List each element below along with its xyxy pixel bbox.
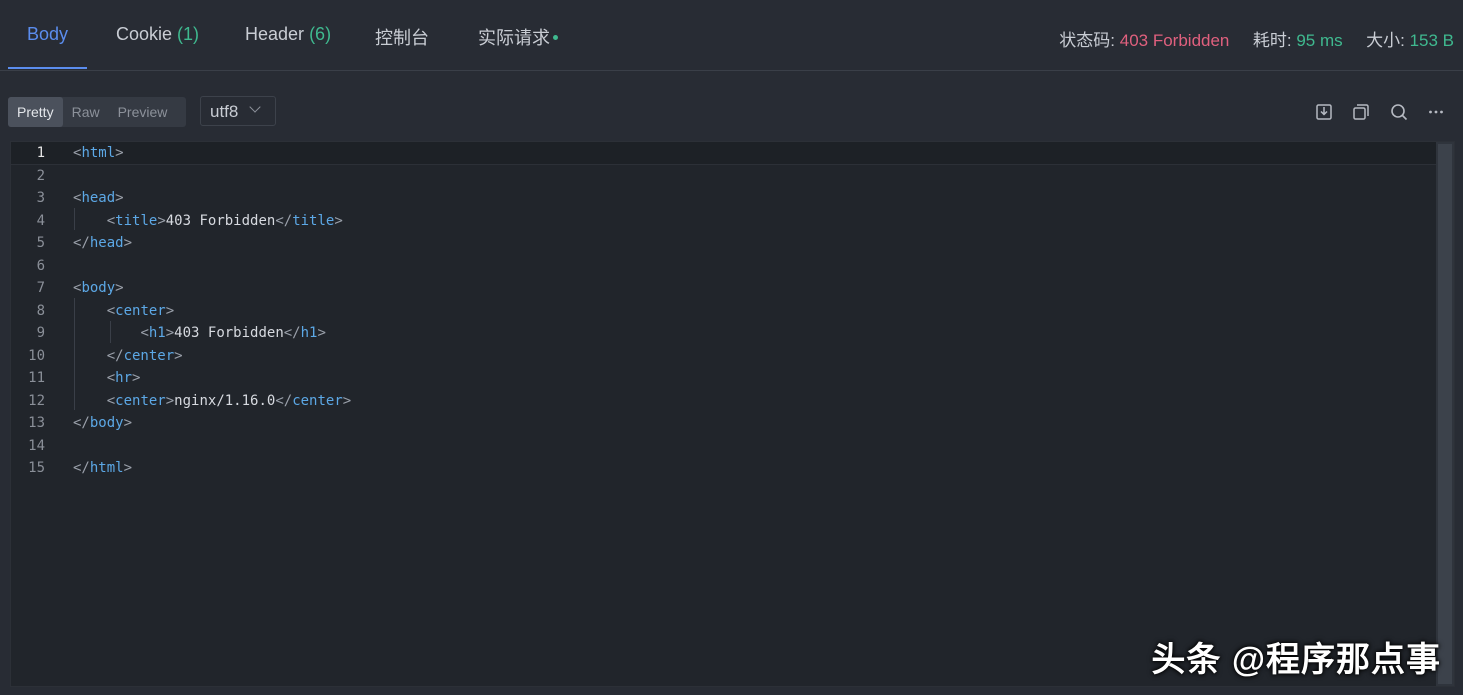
line-number: 6 [36, 257, 45, 274]
view-preview-button[interactable]: Preview [109, 97, 177, 127]
time-value: 95 ms [1296, 31, 1343, 50]
tab-cookie-label: Cookie [116, 24, 173, 44]
line-number: 2 [36, 167, 45, 184]
indicator-dot-icon [553, 35, 558, 41]
tab-header-label: Header [245, 24, 305, 44]
code-text: <body> [73, 280, 124, 296]
code-text: <center> [106, 302, 175, 319]
tab-console[interactable]: 控制台 [375, 24, 429, 50]
code-text: </center> [106, 347, 183, 364]
more-icon[interactable] [1426, 102, 1446, 122]
save-icon[interactable] [1314, 102, 1334, 122]
line-number: 7 [36, 280, 45, 296]
line-number: 3 [36, 190, 45, 206]
watermark-text: 头条 @程序那点事 [1151, 641, 1441, 679]
active-tab-indicator [8, 67, 87, 69]
code-text: <center>nginx/1.16.0</center> [106, 392, 352, 409]
tab-actual-request[interactable]: 实际请求 [478, 24, 558, 50]
tab-console-label: 控制台 [375, 28, 429, 48]
response-status-summary: 状态码: 403 Forbidden 耗时: 95 ms 大小: 153 B [1059, 26, 1454, 51]
code-text: <title>403 Forbidden</title> [106, 212, 343, 229]
status-code-value: 403 Forbidden [1119, 31, 1230, 50]
view-raw-button[interactable]: Raw [63, 97, 109, 127]
response-tab-bar: Body Cookie (1) Header (6) 控制台 实际请求 状态码:… [0, 0, 1463, 71]
scrollbar-thumb[interactable] [1438, 144, 1452, 684]
vertical-scrollbar[interactable] [1436, 142, 1454, 686]
line-number: 8 [36, 302, 45, 319]
encoding-select[interactable]: utf8 [200, 96, 276, 126]
line-number: 10 [28, 347, 45, 364]
code-text: <head> [73, 190, 124, 206]
line-number: 15 [28, 460, 45, 476]
tab-actual-request-label: 实际请求 [478, 28, 550, 48]
code-text: <html> [73, 145, 124, 161]
copy-icon[interactable] [1351, 102, 1371, 122]
view-mode-switch: Pretty Raw Preview [8, 97, 186, 127]
tab-body[interactable]: Body [27, 24, 68, 50]
chevron-down-icon [249, 101, 261, 113]
time-label: 耗时: [1252, 31, 1292, 50]
line-number: 11 [28, 370, 45, 386]
line-number: 14 [28, 437, 45, 454]
size-label: 大小: [1366, 31, 1405, 50]
tab-body-label: Body [27, 24, 69, 44]
line-number: 1 [36, 145, 45, 161]
code-text: </html> [73, 460, 133, 476]
line-number: 12 [28, 392, 45, 409]
tab-cookie-count: (1) [177, 24, 200, 44]
tab-header-count: (6) [309, 24, 332, 44]
tab-header[interactable]: Header (6) [245, 24, 331, 50]
tab-cookie[interactable]: Cookie (1) [116, 24, 199, 50]
code-text: <hr> [106, 370, 141, 386]
code-text: </head> [73, 235, 133, 251]
line-number: 9 [36, 325, 45, 341]
current-line-highlight [11, 142, 1436, 165]
encoding-value: utf8 [210, 102, 239, 121]
search-icon[interactable] [1389, 102, 1409, 122]
view-pretty-button[interactable]: Pretty [8, 97, 63, 127]
line-number: 4 [36, 212, 45, 229]
size-value: 153 B [1409, 31, 1454, 50]
line-number: 13 [28, 415, 45, 431]
code-text: <h1>403 Forbidden</h1> [140, 325, 326, 341]
line-number: 5 [36, 235, 45, 251]
status-code-label: 状态码: [1059, 31, 1116, 50]
code-editor[interactable]: 1 <html> 2 3 <head> 4 <title>403 Forbidden</t… [10, 141, 1455, 687]
code-text: </body> [73, 415, 133, 431]
